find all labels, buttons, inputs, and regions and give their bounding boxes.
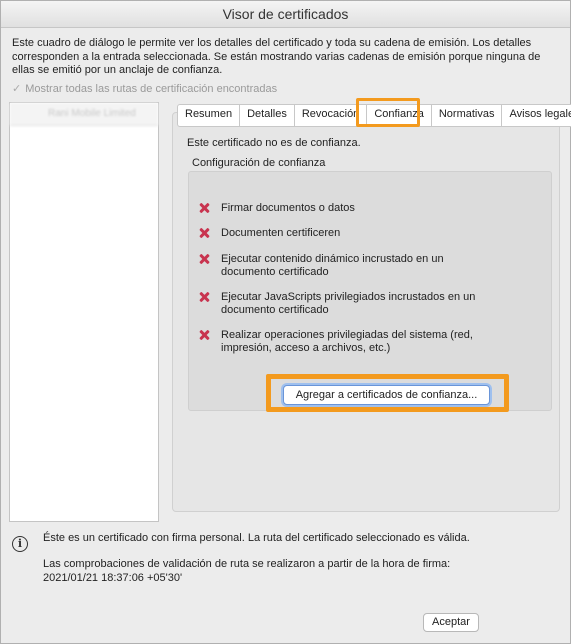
permission-item: Firmar documentos o datos	[197, 201, 517, 215]
status-validity-text: Éste es un certificado con firma persona…	[43, 532, 470, 544]
permission-label: Ejecutar JavaScripts privilegiados incru…	[221, 291, 476, 316]
cert-list-item[interactable]: Rani Mobile Limited	[10, 103, 158, 126]
ok-button[interactable]: Aceptar	[423, 613, 479, 632]
trust-status-text: Este certificado no es de confianza.	[187, 137, 361, 149]
tab-resumen[interactable]: Resumen	[178, 105, 241, 126]
dialog-description: Este cuadro de diálogo le permite ver lo…	[12, 37, 541, 76]
x-icon	[197, 226, 211, 240]
tab-confianza[interactable]: Confianza	[367, 105, 432, 126]
x-icon	[197, 328, 211, 342]
permission-label: Realizar operaciones privilegiadas del s…	[221, 329, 473, 354]
window-title: Visor de certificados	[1, 1, 570, 28]
permission-item: Ejecutar contenido dinámico incrustado e…	[197, 252, 447, 279]
x-icon	[197, 290, 211, 304]
permission-label: Documenten certificeren	[221, 227, 341, 239]
permission-label: Firmar documentos o datos	[221, 202, 355, 214]
permission-item: Ejecutar JavaScripts privilegiados incru…	[197, 290, 497, 317]
status-validation-text: Las comprobaciones de validación de ruta…	[43, 558, 451, 570]
tab-detalles[interactable]: Detalles	[240, 105, 295, 126]
permission-item: Documenten certificeren	[197, 226, 517, 240]
status-timestamp: 2021/01/21 18:37:06 +05'30'	[43, 572, 183, 584]
permission-label: Ejecutar contenido dinámico incrustado e…	[221, 253, 444, 278]
tab-revocacion[interactable]: Revocación	[295, 105, 368, 126]
checkmark-icon: ✓	[12, 83, 22, 95]
certificate-chain-list[interactable]: Rani Mobile Limited	[9, 102, 159, 522]
x-icon	[197, 201, 211, 215]
permission-item: Realizar operaciones privilegiadas del s…	[197, 328, 487, 355]
tab-normativas[interactable]: Normativas	[432, 105, 503, 126]
trust-config-label: Configuración de confianza	[192, 157, 326, 169]
tab-bar: Resumen Detalles Revocación Confianza No…	[177, 104, 571, 127]
x-icon	[197, 252, 211, 266]
info-icon: i	[12, 536, 28, 552]
add-to-trusted-button[interactable]: Agregar a certificados de confianza...	[283, 385, 490, 405]
tab-avisos-legales[interactable]: Avisos legales	[502, 105, 571, 126]
show-all-paths-label: Mostrar todas las rutas de certificación…	[25, 82, 278, 95]
show-all-paths-checkbox[interactable]: ✓ Mostrar todas las rutas de certificaci…	[12, 82, 278, 96]
